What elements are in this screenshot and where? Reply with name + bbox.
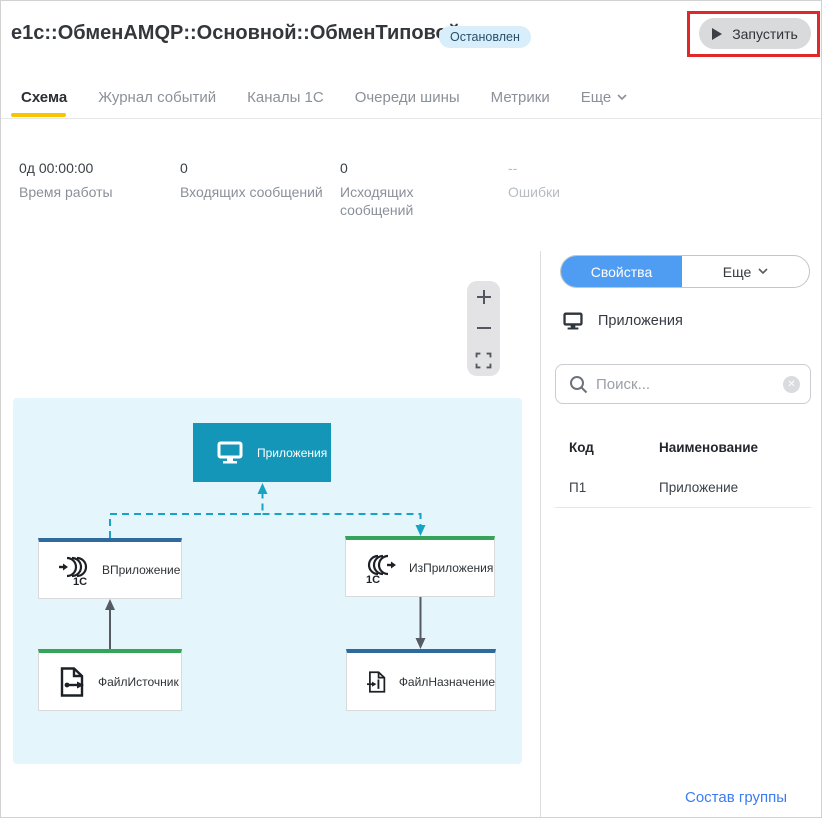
fit-screen-icon bbox=[475, 352, 492, 369]
stat-incoming: 0 Входящих сообщений bbox=[180, 160, 330, 201]
chevron-down-icon bbox=[617, 94, 627, 101]
tab-kanaly-1c[interactable]: Каналы 1С bbox=[247, 89, 324, 106]
edge-apps-to-izprilozheniya bbox=[263, 514, 421, 526]
node-apps[interactable]: Приложения bbox=[193, 423, 331, 482]
search-icon bbox=[569, 375, 588, 394]
arrowhead-up-gray bbox=[105, 599, 115, 610]
tab-shema[interactable]: Схема bbox=[21, 89, 67, 106]
main-tabs: Схема Журнал событий Каналы 1С Очереди ш… bbox=[21, 89, 627, 106]
table-row-divider bbox=[555, 507, 811, 508]
minus-icon bbox=[476, 320, 492, 336]
fit-screen-button[interactable] bbox=[467, 345, 500, 376]
column-header-name: Наименование bbox=[659, 440, 758, 455]
entity-header: Приложения bbox=[563, 312, 683, 330]
plus-icon bbox=[476, 289, 492, 305]
arrowhead-down-gray bbox=[416, 638, 426, 649]
table-cell-code[interactable]: П1 bbox=[569, 480, 586, 495]
active-tab-underline bbox=[11, 113, 66, 117]
zoom-in-button[interactable] bbox=[467, 281, 500, 312]
tab-more[interactable]: Еще bbox=[581, 89, 628, 106]
panel-tab-properties[interactable]: Свойства bbox=[561, 256, 682, 287]
node-label: Приложения bbox=[257, 446, 327, 460]
panel-divider bbox=[540, 251, 541, 818]
run-button-label: Запустить bbox=[732, 26, 798, 42]
node-fileistochnik[interactable]: ФайлИсточник bbox=[38, 649, 182, 711]
stat-errors: -- Ошибки bbox=[508, 160, 560, 201]
file-source-icon bbox=[59, 667, 85, 697]
1c-inbound-icon: 1С bbox=[59, 555, 89, 586]
group-members-link[interactable]: Состав группы bbox=[685, 789, 787, 806]
arrowhead-down-teal bbox=[416, 525, 426, 536]
node-filenaznachenie[interactable]: ФайлНазначение bbox=[346, 649, 496, 711]
run-button[interactable]: Запустить bbox=[699, 18, 811, 49]
zoom-out-button[interactable] bbox=[467, 313, 500, 344]
tab-ocheredi-shiny[interactable]: Очереди шины bbox=[355, 89, 460, 106]
stat-uptime: 0д 00:00:00 Время работы bbox=[19, 160, 113, 201]
page-title: e1c::ОбменAMQP::Основной::ОбменТиповой bbox=[11, 22, 460, 45]
monitor-icon bbox=[217, 441, 243, 464]
arrowhead-up-teal bbox=[258, 483, 268, 494]
node-vprilozhenie[interactable]: 1С ВПриложение bbox=[38, 538, 182, 599]
node-label: ФайлНазначение bbox=[399, 675, 495, 689]
node-label: ВПриложение bbox=[102, 563, 180, 577]
panel-tab-more[interactable]: Еще bbox=[682, 256, 809, 287]
tabs-divider bbox=[1, 118, 822, 119]
edge-vprilozhenie-to-apps bbox=[110, 492, 263, 538]
exchange-page: e1c::ОбменAMQP::Основной::ОбменТиповой О… bbox=[0, 0, 822, 818]
node-label: ФайлИсточник bbox=[98, 675, 179, 689]
zoom-controls bbox=[467, 281, 500, 376]
tab-zhurnal-sobytiy[interactable]: Журнал событий bbox=[98, 89, 216, 106]
stat-outgoing: 0 Исходящих сообщений bbox=[340, 160, 450, 219]
chevron-down-icon bbox=[758, 268, 768, 275]
play-icon bbox=[712, 28, 722, 40]
entity-label: Приложения bbox=[598, 313, 683, 329]
scheme-canvas[interactable]: Приложения 1С ВПриложение 1С ИзП bbox=[13, 398, 522, 764]
column-header-code: Код bbox=[569, 440, 594, 455]
file-destination-icon bbox=[367, 667, 386, 697]
table-cell-name[interactable]: Приложение bbox=[659, 480, 738, 495]
svg-text:1С: 1С bbox=[73, 576, 87, 586]
panel-tabs: Свойства Еще bbox=[560, 255, 810, 288]
status-badge: Остановлен bbox=[439, 26, 531, 48]
1c-outbound-icon: 1С bbox=[366, 553, 396, 584]
clear-search-icon[interactable]: ✕ bbox=[783, 376, 800, 393]
monitor-icon bbox=[563, 312, 583, 330]
node-izprilozheniya[interactable]: 1С ИзПриложения bbox=[345, 536, 495, 597]
tab-metriki[interactable]: Метрики bbox=[491, 89, 550, 106]
svg-text:1С: 1С bbox=[366, 574, 380, 584]
search-input[interactable] bbox=[596, 365, 766, 403]
node-label: ИзПриложения bbox=[409, 561, 493, 575]
search-box: ✕ bbox=[555, 364, 811, 404]
